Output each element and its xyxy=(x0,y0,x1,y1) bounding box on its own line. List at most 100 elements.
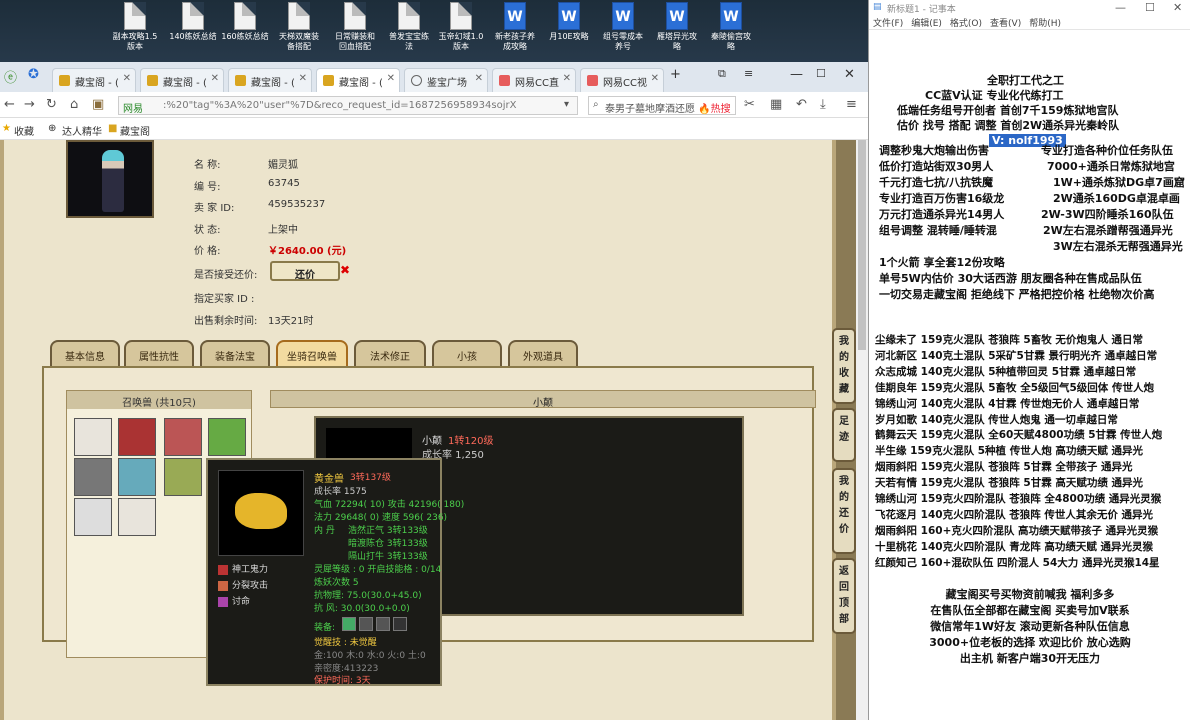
desktop-file-11[interactable]: W 雁塔异光攻 略 xyxy=(648,2,706,62)
summon-list-header: 召唤兽 (共10只) xyxy=(67,391,251,409)
summon-slot[interactable] xyxy=(118,458,156,496)
browser-tab-7[interactable]: 网易CC视 ✕ xyxy=(580,68,664,92)
notepad-service-right: 2W左右混杀蹭帮强通异光 xyxy=(1043,224,1173,237)
notepad-menu-item[interactable]: 编辑(E) xyxy=(911,19,942,29)
summon-slot[interactable] xyxy=(118,418,156,456)
side-button-3[interactable]: 我 的 还 价 xyxy=(832,468,856,554)
browser-tab-1[interactable]: 藏宝阁 - (✕ xyxy=(52,68,136,92)
label-buyer: 指定买家 ID : xyxy=(194,294,255,305)
desktop-file-2[interactable]: 140练妖总结 xyxy=(164,2,222,62)
summon-slot[interactable] xyxy=(164,458,202,496)
bookmark-cangbaoge[interactable]: 藏宝阁 xyxy=(120,123,150,138)
desktop-file-label: 雁塔异光攻 略 xyxy=(657,32,697,51)
bookmark-favorites[interactable]: 收藏 xyxy=(14,123,34,138)
desktop-file-6[interactable]: 普发宝宝练 法 xyxy=(380,2,438,62)
desktop-file-10[interactable]: W 组号零成本 养号 xyxy=(594,2,652,62)
maximize-button[interactable]: ☐ xyxy=(816,67,826,80)
notepad-service-left: 专业打造百万伤害16级龙 xyxy=(879,192,1005,205)
shield-icon[interactable]: ✪ xyxy=(28,67,39,82)
address-bar[interactable]: 网易 :%20"tag"%3A%20"user"%7D&reco_request… xyxy=(118,96,578,115)
equip-slots xyxy=(342,617,407,634)
tab-close-icon[interactable]: ✕ xyxy=(123,73,131,84)
game-tab-6[interactable]: 小孩 xyxy=(432,340,502,366)
menu-icon[interactable]: ≡ xyxy=(744,67,753,80)
scrollbar-thumb[interactable] xyxy=(858,140,866,350)
notepad-menu-item[interactable]: 文件(F) xyxy=(873,19,903,29)
notepad-promo-line: 一切交易走藏宝阁 拒绝线下 严格把控价格 杜绝物次价高 xyxy=(879,288,1155,301)
back-icon[interactable]: ← xyxy=(4,97,15,112)
dropdown-icon[interactable]: ▾ xyxy=(564,99,569,110)
window-pin-icon[interactable]: ⧉ xyxy=(718,67,726,81)
forward-icon[interactable]: → xyxy=(24,97,35,112)
notepad-header-line: 全职打工代之工 xyxy=(987,74,1064,87)
browser-tab-6[interactable]: 网易CC直 ✕ xyxy=(492,68,576,92)
tab-favicon-icon xyxy=(323,75,334,86)
desktop-file-12[interactable]: W 秦陵偷宫攻 略 xyxy=(702,2,760,62)
notepad-menu-item[interactable]: 格式(O) xyxy=(950,19,982,29)
notepad-menu-item[interactable]: 帮助(H) xyxy=(1029,19,1061,29)
tab-close-icon[interactable]: ✕ xyxy=(211,73,219,84)
desktop-file-4[interactable]: 天梯双魔装 备搭配 xyxy=(270,2,328,62)
tab-close-icon[interactable]: ✕ xyxy=(299,73,307,84)
notepad-minimize[interactable]: — xyxy=(1115,1,1126,14)
new-tab-button[interactable]: + xyxy=(670,67,681,82)
more-icon[interactable]: ≡ xyxy=(846,97,857,112)
notepad-maximize[interactable]: ☐ xyxy=(1145,1,1155,14)
label-price: 价 格: xyxy=(194,246,221,257)
desktop-file-9[interactable]: W 月10E攻略 xyxy=(540,2,598,62)
side-button-1[interactable]: 我 的 收 藏 xyxy=(832,328,856,404)
download-icon[interactable]: ⤓ xyxy=(820,97,826,112)
tab-close-icon[interactable]: ✕ xyxy=(387,73,395,84)
notepad-team-line: 锦绣山河 140克火混队 4甘霖 传世炮无价人 通卓越日常 xyxy=(875,397,1140,410)
notepad-close[interactable]: ✕ xyxy=(1173,1,1182,14)
browser-tab-4[interactable]: 藏宝阁 - ( ✕ xyxy=(316,68,400,92)
grid-icon[interactable]: ▦ xyxy=(770,97,782,112)
cut-icon[interactable]: ✂ xyxy=(744,97,755,112)
navigation-bar: ← → ↻ ⌂ ▣ 网易 :%20"tag"%3A%20"user"%7D&re… xyxy=(0,92,868,118)
desktop-file-7[interactable]: 玉帝幻域1.0 版本 xyxy=(432,2,490,62)
undo-icon[interactable]: ↶ xyxy=(796,97,807,112)
tab-close-icon[interactable]: ✕ xyxy=(651,73,659,84)
summon-slot[interactable] xyxy=(118,498,156,536)
desktop-file-label: 秦陵偷宫攻 略 xyxy=(711,32,751,51)
offer-button[interactable]: 还价 xyxy=(270,261,340,281)
item-name: 媚灵狐 xyxy=(268,160,298,171)
game-tab-1[interactable]: 基本信息 xyxy=(50,340,120,366)
summon-slot[interactable] xyxy=(74,498,112,536)
game-tab-7[interactable]: 外观道具 xyxy=(508,340,578,366)
hot-search-badge[interactable]: 🔥热搜 xyxy=(698,104,730,114)
page-scrollbar[interactable] xyxy=(856,140,868,720)
desktop-file-8[interactable]: W 新老孩子养 成攻略 xyxy=(486,2,544,62)
desktop-file-1[interactable]: 副本攻略1.5 版本 xyxy=(106,2,164,62)
offer-close-icon[interactable]: ✖ xyxy=(340,263,350,277)
game-tab-2[interactable]: 属性抗性 xyxy=(124,340,194,366)
side-button-2[interactable]: 足 迹 xyxy=(832,408,856,462)
desktop-file-3[interactable]: 160练妖总结 xyxy=(216,2,274,62)
minimize-button[interactable]: — xyxy=(790,67,803,82)
tab-close-icon[interactable]: ✕ xyxy=(475,73,483,84)
back-summon-level: 1转120级 xyxy=(448,436,494,447)
notepad-menu-item[interactable]: 查看(V) xyxy=(990,19,1021,29)
back-summon-name: 小颠 xyxy=(422,436,442,447)
close-window-button[interactable]: ✕ xyxy=(844,67,855,82)
browser-tab-3[interactable]: 藏宝阁 - (✕ xyxy=(228,68,312,92)
browser-tab-2[interactable]: 藏宝阁 - (✕ xyxy=(140,68,224,92)
game-tab-5[interactable]: 法术修正 xyxy=(354,340,426,366)
game-tab-4[interactable]: 坐骑召唤兽 xyxy=(276,340,348,366)
refresh-icon[interactable]: ↻ xyxy=(46,97,57,112)
browser-tab-5[interactable]: 鉴宝广场 ✕ xyxy=(404,68,488,92)
summon-slot[interactable] xyxy=(74,458,112,496)
home-icon[interactable]: ⌂ xyxy=(70,97,78,112)
search-input[interactable]: ⌕ 泰男子墓地摩酒还愿 🔥热搜 xyxy=(588,96,736,115)
summon-slot[interactable] xyxy=(208,418,246,456)
tab-close-icon[interactable]: ✕ xyxy=(563,73,571,84)
word-icon: W xyxy=(666,2,688,30)
bookmark-daren[interactable]: 达人精华 xyxy=(62,123,102,138)
game-tab-3[interactable]: 装备法宝 xyxy=(200,340,270,366)
desktop-file-5[interactable]: 日常赚装和 回血搭配 xyxy=(326,2,384,62)
summon-slot[interactable] xyxy=(164,418,202,456)
tab-label: 藏宝阁 - ( xyxy=(339,78,383,89)
side-button-4[interactable]: 返 回 顶 部 xyxy=(832,558,856,634)
summon-slot[interactable] xyxy=(74,418,112,456)
wallet-icon[interactable]: ▣ xyxy=(92,97,104,112)
